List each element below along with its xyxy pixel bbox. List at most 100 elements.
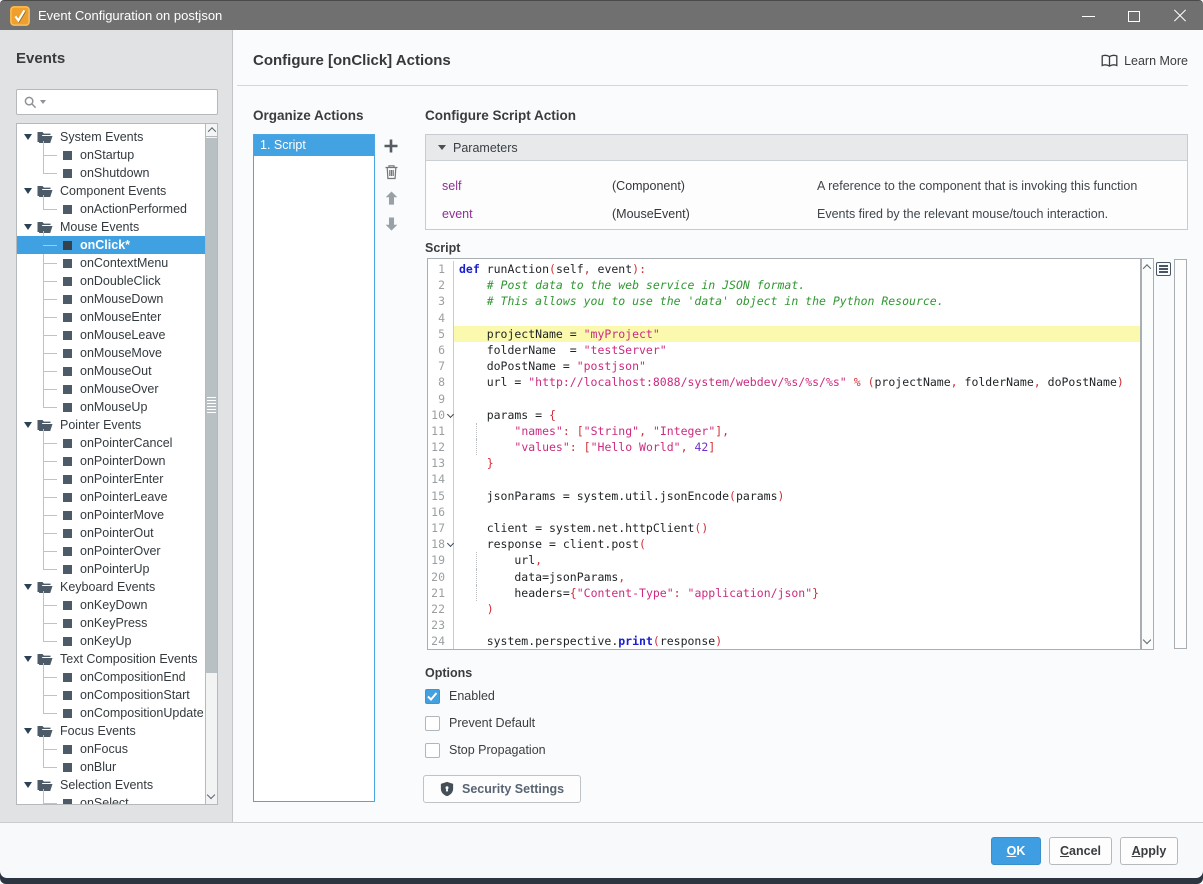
cancel-button[interactable]: Cancel bbox=[1049, 837, 1112, 865]
tree-group-selection-events[interactable]: Selection Events bbox=[17, 776, 205, 794]
fold-collapse-icon[interactable] bbox=[447, 411, 454, 418]
checkbox-checked-icon[interactable] bbox=[425, 689, 440, 704]
tree-item-onKeyPress[interactable]: onKeyPress bbox=[17, 614, 205, 632]
plus-icon bbox=[383, 138, 399, 154]
delete-action-button[interactable] bbox=[381, 162, 401, 182]
scroll-up-button[interactable] bbox=[1143, 264, 1151, 272]
tree-item-onPointerLeave[interactable]: onPointerLeave bbox=[17, 488, 205, 506]
ok-button[interactable]: OK bbox=[991, 837, 1041, 865]
apply-button[interactable]: Apply bbox=[1120, 837, 1178, 865]
tree-item-onMouseUp[interactable]: onMouseUp bbox=[17, 398, 205, 416]
tree-item-onPointerUp[interactable]: onPointerUp bbox=[17, 560, 205, 578]
line-number: 24 bbox=[428, 633, 454, 649]
tree-item-onCompositionEnd[interactable]: onCompositionEnd bbox=[17, 668, 205, 686]
close-button[interactable] bbox=[1157, 1, 1203, 31]
search-input[interactable] bbox=[46, 95, 217, 109]
tree-group-keyboard-events[interactable]: Keyboard Events bbox=[17, 578, 205, 596]
editor-scrollbar[interactable] bbox=[1141, 258, 1154, 650]
tree-item-onPointerOut[interactable]: onPointerOut bbox=[17, 524, 205, 542]
scroll-up-button[interactable] bbox=[206, 124, 217, 137]
event-icon bbox=[63, 547, 72, 556]
titlebar[interactable]: Event Configuration on postjson bbox=[0, 0, 1203, 30]
code-line: 19 url, bbox=[428, 552, 1140, 568]
maximize-button[interactable] bbox=[1111, 1, 1157, 31]
tree-item-onClick[interactable]: onClick* bbox=[17, 236, 205, 254]
tree-item-onPointerCancel[interactable]: onPointerCancel bbox=[17, 434, 205, 452]
tree-item-label: onCompositionUpdate bbox=[80, 706, 204, 720]
fold-collapse-icon[interactable] bbox=[447, 540, 454, 547]
checkbox-stop-propagation[interactable]: Stop Propagation bbox=[425, 742, 546, 758]
caret-down-icon[interactable] bbox=[24, 728, 32, 734]
tree-item-onPointerOver[interactable]: onPointerOver bbox=[17, 542, 205, 560]
caret-down-icon[interactable] bbox=[24, 224, 32, 230]
tree-item-onKeyDown[interactable]: onKeyDown bbox=[17, 596, 205, 614]
caret-down-icon[interactable] bbox=[24, 188, 32, 194]
checkbox-prevent-default[interactable]: Prevent Default bbox=[425, 715, 546, 731]
tree-item-onMouseMove[interactable]: onMouseMove bbox=[17, 344, 205, 362]
move-up-action-button[interactable] bbox=[381, 188, 401, 208]
tree-item-onDoubleClick[interactable]: onDoubleClick bbox=[17, 272, 205, 290]
tree-scrollbar[interactable] bbox=[205, 123, 218, 805]
code-line: 13 } bbox=[428, 455, 1140, 471]
actions-list[interactable]: 1. Script bbox=[253, 134, 375, 802]
tree-item-onMouseOut[interactable]: onMouseOut bbox=[17, 362, 205, 380]
caret-down-icon[interactable] bbox=[24, 656, 32, 662]
security-settings-button[interactable]: Security Settings bbox=[423, 775, 581, 803]
tree-item-onKeyUp[interactable]: onKeyUp bbox=[17, 632, 205, 650]
search-box[interactable] bbox=[16, 89, 218, 115]
event-icon bbox=[63, 709, 72, 718]
event-icon bbox=[63, 673, 72, 682]
action-list-item[interactable]: 1. Script bbox=[254, 135, 374, 156]
tree-group-focus-events[interactable]: Focus Events bbox=[17, 722, 205, 740]
tree-item-onActionPerformed[interactable]: onActionPerformed bbox=[17, 200, 205, 218]
caret-down-icon[interactable] bbox=[24, 782, 32, 788]
tree-item-onCompositionStart[interactable]: onCompositionStart bbox=[17, 686, 205, 704]
script-editor[interactable]: 1def runAction(self, event):2 # Post dat… bbox=[427, 258, 1141, 650]
tree-item-onShutdown[interactable]: onShutdown bbox=[17, 164, 205, 182]
tree-group-mouse-events[interactable]: Mouse Events bbox=[17, 218, 205, 236]
checkbox-enabled[interactable]: Enabled bbox=[425, 688, 546, 704]
caret-down-icon[interactable] bbox=[24, 584, 32, 590]
line-number: 8 bbox=[428, 374, 454, 390]
parameters-header[interactable]: Parameters bbox=[426, 135, 1187, 161]
add-action-button[interactable] bbox=[381, 136, 401, 156]
tree-item-onMouseEnter[interactable]: onMouseEnter bbox=[17, 308, 205, 326]
tree-item-onMouseLeave[interactable]: onMouseLeave bbox=[17, 326, 205, 344]
tree-item-onFocus[interactable]: onFocus bbox=[17, 740, 205, 758]
checkbox-label: Stop Propagation bbox=[449, 743, 546, 757]
checkbox-label: Enabled bbox=[449, 689, 495, 703]
tree-group-pointer-events[interactable]: Pointer Events bbox=[17, 416, 205, 434]
tree-item-onBlur[interactable]: onBlur bbox=[17, 758, 205, 776]
move-down-action-button[interactable] bbox=[381, 214, 401, 234]
tree-item-onCompositionUpdate[interactable]: onCompositionUpdate bbox=[17, 704, 205, 722]
indent-guide bbox=[476, 552, 477, 568]
tree-group-component-events[interactable]: Component Events bbox=[17, 182, 205, 200]
tree-item-onPointerEnter[interactable]: onPointerEnter bbox=[17, 470, 205, 488]
learn-more-link[interactable]: Learn More bbox=[1101, 54, 1188, 68]
tree-group-label: Keyboard Events bbox=[60, 580, 155, 594]
line-number: 15 bbox=[428, 488, 454, 504]
tree-item-onPointerDown[interactable]: onPointerDown bbox=[17, 452, 205, 470]
tree-item-onPointerMove[interactable]: onPointerMove bbox=[17, 506, 205, 524]
tree-item-onSelect[interactable]: onSelect bbox=[17, 794, 205, 805]
caret-down-icon[interactable] bbox=[24, 422, 32, 428]
tree-item-onStartup[interactable]: onStartup bbox=[17, 146, 205, 164]
line-number: 5 bbox=[428, 326, 454, 342]
minimize-button[interactable] bbox=[1065, 1, 1111, 31]
line-number: 23 bbox=[428, 617, 454, 633]
document-outline-icon[interactable] bbox=[1156, 262, 1171, 276]
scroll-down-button[interactable] bbox=[1143, 636, 1151, 644]
caret-down-icon[interactable] bbox=[24, 134, 32, 140]
parameter-row-self: self(Component)A reference to the compon… bbox=[426, 172, 1187, 200]
scrollbar-thumb[interactable] bbox=[206, 138, 217, 673]
event-icon bbox=[63, 691, 72, 700]
tree-item-onMouseOver[interactable]: onMouseOver bbox=[17, 380, 205, 398]
scroll-down-button[interactable] bbox=[207, 791, 215, 799]
checkbox-unchecked-icon[interactable] bbox=[425, 716, 440, 731]
tree-item-onContextMenu[interactable]: onContextMenu bbox=[17, 254, 205, 272]
checkbox-unchecked-icon[interactable] bbox=[425, 743, 440, 758]
tree-group-text-composition-events[interactable]: Text Composition Events bbox=[17, 650, 205, 668]
tree-item-onMouseDown[interactable]: onMouseDown bbox=[17, 290, 205, 308]
events-tree[interactable]: System EventsonStartuponShutdownComponen… bbox=[16, 123, 205, 805]
tree-group-system-events[interactable]: System Events bbox=[17, 128, 205, 146]
